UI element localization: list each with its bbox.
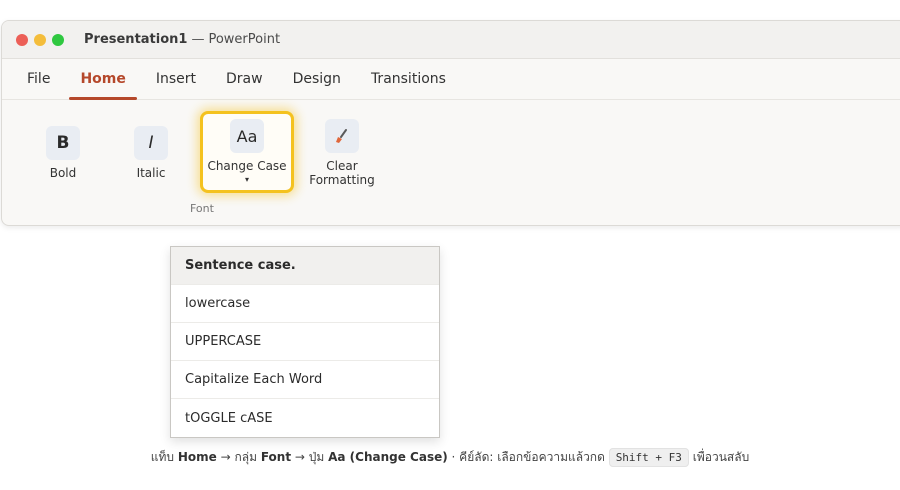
tab-insert[interactable]: Insert (145, 59, 207, 100)
clear-formatting-label-line2: Formatting (309, 173, 375, 187)
menu-item-uppercase[interactable]: UPPERCASE (171, 323, 439, 361)
instruction-caption: แท็บ Home → กลุ่ม Font → ปุ่ม Aa (Change… (0, 448, 900, 467)
menu-item-sentence-case[interactable]: Sentence case. (171, 247, 439, 285)
clear-formatting-label-line1: Clear (326, 159, 358, 173)
change-case-button[interactable]: Aa Change Case ▾ (200, 111, 294, 193)
change-case-menu: Sentence case. lowercase UPPERCASE Capit… (170, 246, 440, 438)
caption-home: Home (177, 450, 217, 464)
caption-text: → ปุ่ม (291, 450, 329, 464)
shortcut-key: Shift + F3 (608, 448, 689, 467)
menu-item-capitalize-each-word[interactable]: Capitalize Each Word (171, 361, 439, 399)
document-title: Presentation1 (84, 32, 188, 47)
title-bar: Presentation1— PowerPoint (2, 21, 900, 59)
tab-home[interactable]: Home (69, 59, 138, 100)
ribbon-tabs: File Home Insert Draw Design Transitions (2, 59, 900, 100)
italic-icon: I (134, 126, 168, 160)
app-window: Presentation1— PowerPoint File Home Inser… (1, 20, 900, 226)
bold-label: Bold (49, 166, 77, 180)
close-window-button[interactable] (16, 33, 28, 46)
clear-formatting-icon (325, 119, 359, 153)
caption-text: เพื่อวนสลับ (688, 450, 750, 464)
bold-icon: B (46, 126, 80, 160)
caption-font: Font (260, 450, 292, 464)
change-case-icon: Aa (230, 119, 264, 153)
caption-text: → กลุ่ม (216, 450, 261, 464)
italic-button[interactable]: I Italic (134, 126, 168, 180)
menu-item-lowercase[interactable]: lowercase (171, 285, 439, 323)
tab-design[interactable]: Design (282, 59, 352, 100)
app-name: PowerPoint (208, 32, 281, 47)
chevron-down-icon: ▾ (244, 175, 249, 184)
clear-formatting-button[interactable]: Clear Formatting (306, 119, 378, 187)
italic-label: Italic (136, 166, 166, 180)
tab-transitions[interactable]: Transitions (360, 59, 457, 100)
maximize-window-button[interactable] (52, 33, 64, 46)
caption-change-case: Aa (Change Case) (328, 450, 448, 464)
minimize-window-button[interactable] (34, 33, 46, 46)
caption-text: · คีย์ลัด: เลือกข้อความแล้วกด (447, 450, 609, 464)
tab-file[interactable]: File (16, 59, 61, 100)
title-separator: — (191, 32, 205, 47)
font-group-label: Font (190, 202, 214, 215)
change-case-label: Change Case (207, 159, 287, 173)
ribbon-home-panel: B Bold I Italic Aa Change Case ▾ Clear F… (2, 100, 900, 225)
caption-text: แท็บ (150, 450, 178, 464)
window-title: Presentation1— PowerPoint (84, 32, 280, 47)
menu-item-toggle-case[interactable]: tOGGLE cASE (171, 399, 439, 437)
bold-button[interactable]: B Bold (46, 126, 80, 180)
tab-draw[interactable]: Draw (215, 59, 274, 100)
